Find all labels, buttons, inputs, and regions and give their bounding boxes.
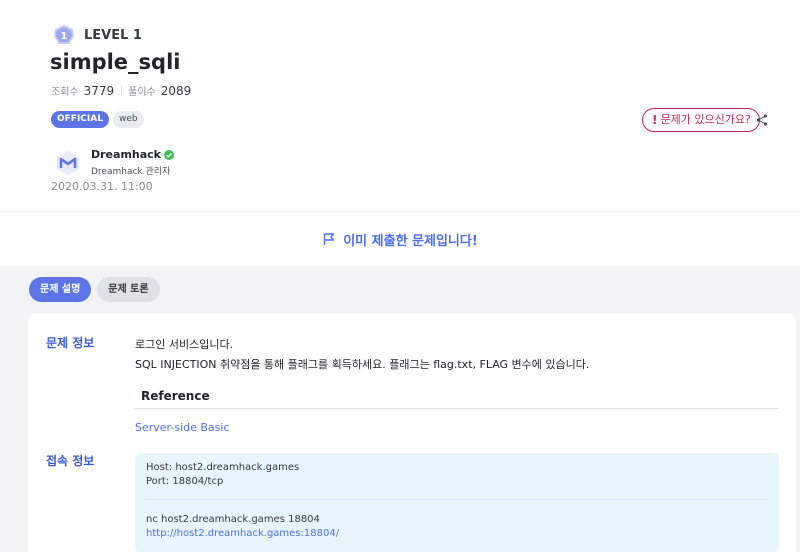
connection-url-link[interactable]: http://host2.dreamhack.games:18804/ [146,527,339,541]
stats-divider [121,85,123,96]
verified-check-icon [164,149,174,160]
challenge-stats: 조회수 3779 풀이수 2089 [51,83,192,99]
content-tabs: 문제 설명 문제 토론 [29,277,160,302]
already-submitted-banner: 이미 제출한 문제입니다! [0,212,800,266]
exclamation-icon: ! [652,113,658,127]
description-line-1: 로그인 서비스입니다. [135,338,234,351]
views-label: 조회수 [51,87,79,98]
report-problem-button[interactable]: ! 문제가 있으신가요? [642,108,760,132]
connection-port: Port: 18804/tcp [146,476,224,487]
level-label: LEVEL 1 [84,27,142,43]
tag-list: OFFICIAL web [51,111,144,128]
tag-official[interactable]: OFFICIAL [51,111,109,128]
problem-description: 로그인 서비스입니다. SQL INJECTION 취약점을 통해 플래그를 획… [135,335,589,375]
content-area: 문제 설명 문제 토론 문제 정보 로그인 서비스입니다. SQL INJECT… [0,266,800,552]
description-card: 문제 정보 로그인 서비스입니다. SQL INJECTION 취약점을 통해 … [28,313,796,552]
level-number: 1 [61,31,68,42]
reference-divider [135,408,778,409]
problem-info-label: 문제 정보 [46,336,95,350]
share-icon[interactable] [755,113,769,127]
solves-label: 풀이수 [128,87,156,98]
author-name: Dreamhack [91,148,161,161]
connection-info-label: 접속 정보 [46,454,95,468]
author-role: Dreamhack 관리자 [91,167,171,177]
tag-web[interactable]: web [112,111,144,128]
flag-icon [324,233,335,245]
tab-description[interactable]: 문제 설명 [29,277,92,302]
connection-divider [146,499,768,500]
dreamhack-logo-icon [57,150,79,175]
views-value: 3779 [83,83,115,98]
solves-value: 2089 [160,83,192,98]
connection-host: Host: host2.dreamhack.games [146,462,300,473]
report-problem-label: 문제가 있으신가요? [660,113,751,126]
author-info[interactable]: Dreamhack Dreamhack 관리자 [55,148,174,177]
connection-nc-command: nc host2.dreamhack.games 18804 [146,514,320,525]
level-badge-icon: 1 [54,25,74,44]
level-row: 1 LEVEL 1 [52,24,142,46]
challenge-title: simple_sqli [50,50,181,74]
connection-info-box: Host: host2.dreamhack.games Port: 18804/… [135,453,779,552]
challenge-header: 1 LEVEL 1 simple_sqli 조회수 3779 풀이수 2089 … [0,0,800,212]
author-name-row: Dreamhack [91,148,174,161]
description-line-2: SQL INJECTION 취약점을 통해 플래그를 획득하세요. 플래그는 f… [135,358,590,371]
already-submitted-text: 이미 제출한 문제입니다! [343,233,478,249]
reference-link-server-side-basic[interactable]: Server-side Basic [135,421,230,434]
reference-heading: Reference [141,389,210,403]
created-date: 2020.03.31. 11:00 [51,180,153,193]
tab-discussion[interactable]: 문제 토론 [97,277,160,302]
